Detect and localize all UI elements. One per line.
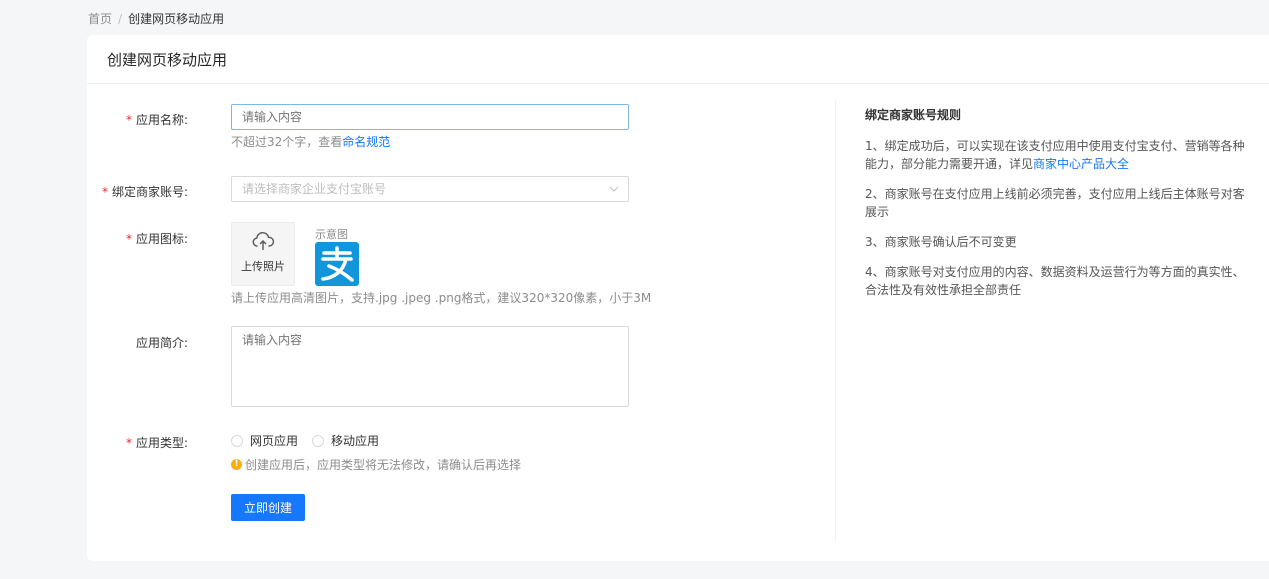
merchant-select[interactable]: 请选择商家企业支付宝账号 <box>231 176 629 202</box>
rule-item-2: 2、商家账号在支付应用上线前必须完善，支付应用上线后主体账号对客展示 <box>865 187 1245 219</box>
radio-web-app[interactable]: 网页应用 <box>231 432 298 449</box>
required-mark: * <box>125 436 132 450</box>
warning-circle-icon: ! <box>231 459 242 470</box>
upload-photo-button[interactable]: 上传照片 <box>231 222 295 286</box>
app-name-help: 不超过32个字，查看命名规范 <box>231 135 391 149</box>
breadcrumb-home[interactable]: 首页 <box>88 12 112 26</box>
page-title: 创建网页移动应用 <box>87 35 1269 84</box>
required-mark: * <box>125 232 132 246</box>
radio-mobile-app[interactable]: 移动应用 <box>312 432 379 449</box>
rule-item-3: 3、商家账号确认后不可变更 <box>865 235 1017 249</box>
breadcrumb-separator: / <box>118 12 123 26</box>
merchant-product-link[interactable]: 商家中心产品大全 <box>1033 157 1129 171</box>
breadcrumb: 首页 / 创建网页移动应用 <box>88 10 224 27</box>
required-mark: * <box>125 113 132 127</box>
rule-item-4: 4、商家账号对支付应用的内容、数据资料及运营行为等方面的真实性、合法性及有效性承… <box>865 265 1245 297</box>
app-intro-textarea[interactable] <box>231 326 629 407</box>
create-now-button[interactable]: 立即创建 <box>231 494 305 521</box>
radio-circle[interactable] <box>231 434 243 447</box>
rules-title: 绑定商家账号规则 <box>865 108 962 122</box>
app-intro-label: 应用简介: <box>135 336 188 350</box>
radio-circle[interactable] <box>312 434 325 447</box>
app-icon-help: 请上传应用高清图片，支持.jpg .jpeg .png格式，建议320*320像… <box>231 291 652 305</box>
breadcrumb-current: 创建网页移动应用 <box>128 12 225 26</box>
upload-photo-label: 上传照片 <box>241 260 285 273</box>
app-type-warning: ! 创建应用后，应用类型将无法修改，请确认后再选择 <box>231 456 521 473</box>
vertical-divider <box>835 101 836 541</box>
cloud-upload-icon <box>252 232 275 250</box>
app-name-input[interactable] <box>231 104 629 130</box>
app-icon-label: * 应用图标: <box>125 232 188 246</box>
sample-label: 示意图 <box>315 228 348 241</box>
rule-item-1: 1、绑定成功后，可以实现在该支付应用中使用支付宝支付、营销等各种能力，部分能力需… <box>865 139 1245 171</box>
chevron-down-icon <box>609 186 619 192</box>
naming-rules-link[interactable]: 命名规范 <box>342 135 390 149</box>
rules-panel: 绑定商家账号规则 1、绑定成功后，可以实现在该支付应用中使用支付宝支付、营销等各… <box>865 106 1245 311</box>
merchant-label: * 绑定商家账号: <box>101 185 188 199</box>
alipay-logo-icon <box>315 242 359 286</box>
required-mark: * <box>101 185 108 199</box>
app-type-label: * 应用类型: <box>125 436 188 450</box>
app-name-label: * 应用名称: <box>125 113 188 127</box>
merchant-select-placeholder: 请选择商家企业支付宝账号 <box>242 182 387 196</box>
app-type-radio-group: 网页应用 移动应用 <box>231 432 393 449</box>
form-card: 创建网页移动应用 *应用名称: 不超过32个字，查看命名规范 *绑定商家账号: … <box>87 35 1269 561</box>
